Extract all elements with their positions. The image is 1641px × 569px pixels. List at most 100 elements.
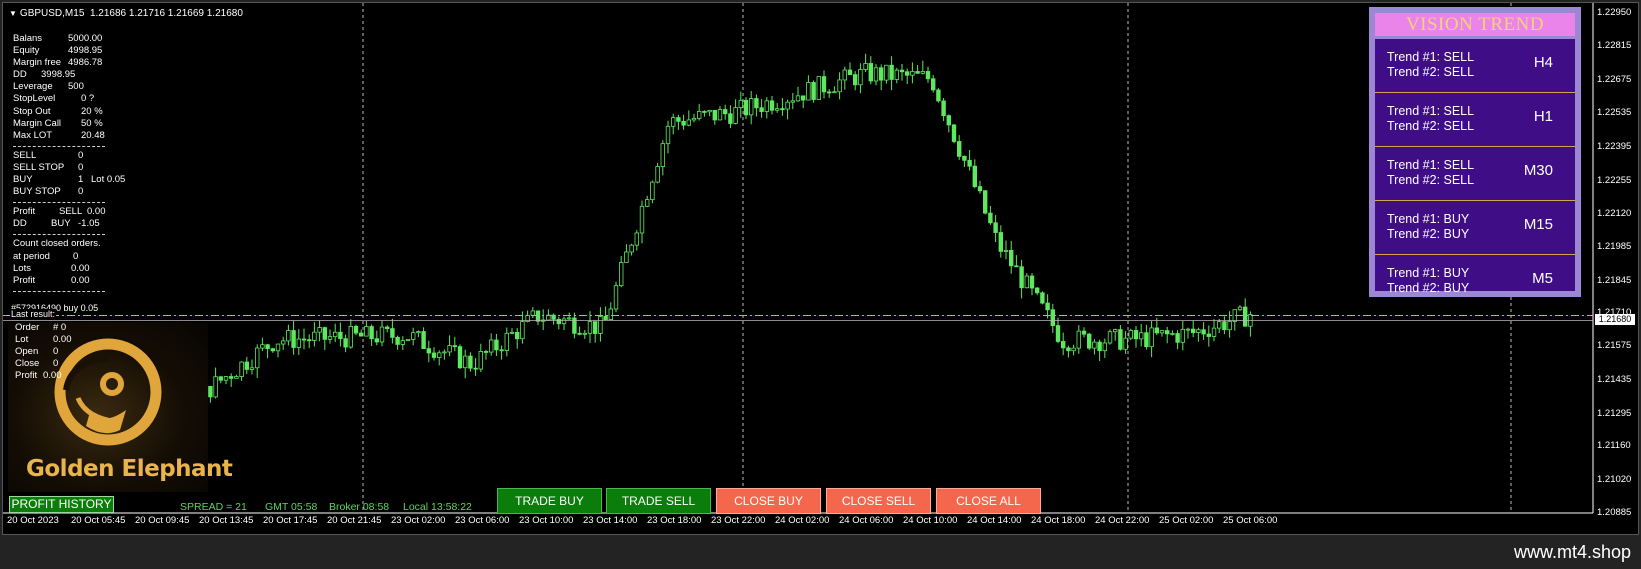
candle-body [494, 339, 499, 351]
candle-body [343, 338, 348, 348]
candle-body [915, 71, 920, 74]
divider [13, 202, 105, 204]
price-tick-label: 1.22120 [1597, 207, 1632, 219]
price-tick-label: 1.21020 [1597, 474, 1632, 486]
trade-sell-button[interactable]: TRADE SELL [606, 488, 711, 514]
candle-body [1050, 309, 1055, 326]
vision-trend-panel: VISION TREND Trend #1: SELL Trend #2: SEL… [1369, 7, 1581, 297]
account-row: Equity 4998.95 [13, 45, 103, 57]
candle-body [837, 79, 842, 93]
candle-body [821, 76, 827, 93]
candle-body [655, 166, 660, 183]
candle-body [535, 310, 541, 322]
candle-body [816, 76, 821, 100]
candle-body [910, 71, 915, 76]
candle-body [712, 109, 717, 121]
time-tick-label: 24 Oct 22:00 [1095, 515, 1150, 526]
price-tick-label: 1.22535 [1597, 107, 1632, 119]
candle-body [369, 326, 374, 340]
panel-title: VISION TREND [1375, 13, 1575, 36]
candle-body [317, 327, 322, 333]
candle-body [348, 326, 353, 348]
candle-body [208, 386, 213, 398]
candle-body [983, 190, 988, 214]
order-count-row: BUY 1 Lot 0.05 [13, 174, 126, 186]
profit-row: DD BUY -1.05 [13, 218, 100, 230]
candle-body [1222, 321, 1227, 331]
candle-body [483, 351, 489, 353]
candle-body [1029, 275, 1035, 289]
candle-body [1066, 347, 1071, 352]
candle-body [775, 108, 780, 111]
price-tick-label: 1.21435 [1597, 373, 1632, 385]
candle-body [946, 115, 951, 126]
time-tick-label: 20 Oct 2023 [7, 515, 59, 526]
candle-body [951, 124, 957, 142]
time-tick-label: 23 Oct 06:00 [455, 515, 510, 526]
candle-body [296, 338, 301, 348]
candle-body [515, 331, 520, 340]
candle-body [702, 111, 707, 113]
candle-body [650, 181, 655, 201]
trade-buy-button[interactable]: TRADE BUY [497, 488, 602, 514]
candle-body [379, 326, 385, 343]
candle-body [598, 316, 603, 334]
candle-body [1191, 328, 1196, 334]
candle-body [431, 352, 437, 358]
candle-body [301, 338, 307, 341]
candle-body [634, 232, 639, 246]
candle-body [364, 326, 369, 337]
candle-body [504, 332, 509, 352]
chart-area[interactable]: ▼ GBPUSD,M15 1.21686 1.21716 1.21669 1.21… [2, 2, 1639, 535]
candle-body [1180, 328, 1185, 343]
candle-body [468, 355, 473, 369]
candle-body [1175, 333, 1180, 343]
candle-body [556, 318, 561, 325]
candle-body [582, 332, 587, 335]
candle-body [905, 71, 910, 76]
trend-row: Trend #1: SELL Trend #2: SELL H4 [1375, 39, 1575, 93]
candle-body [660, 143, 665, 167]
candle-body [452, 345, 457, 348]
time-tick-label: 25 Oct 02:00 [1159, 515, 1214, 526]
time-tick-label: 25 Oct 06:00 [1223, 515, 1278, 526]
candle-body [832, 91, 837, 94]
candle-body [509, 331, 515, 334]
divider [13, 234, 105, 236]
candle-body [899, 69, 905, 73]
candle-body [239, 361, 244, 377]
candle-body [1009, 250, 1014, 267]
time-tick-label: 23 Oct 02:00 [391, 515, 446, 526]
candle-body [629, 244, 634, 253]
candle-body [488, 339, 494, 353]
collapse-triangle-icon[interactable]: ▼ [9, 9, 17, 18]
candle-body [962, 155, 967, 161]
time-tick-label: 24 Oct 10:00 [903, 515, 958, 526]
candle-body [442, 351, 447, 354]
candle-body [790, 100, 795, 103]
candle-body [338, 331, 343, 340]
candle-body [853, 74, 858, 86]
time-tick-label: 23 Oct 18:00 [647, 515, 702, 526]
candle-body [686, 119, 691, 126]
price-tick-label: 1.22950 [1597, 7, 1632, 18]
close-buy-button[interactable]: CLOSE BUY [716, 488, 821, 514]
current-price-marker: 1.21680 [1595, 314, 1635, 325]
candle-body [842, 69, 847, 81]
candle-body [218, 376, 223, 381]
candle-body [1165, 330, 1170, 335]
candle-body [967, 159, 972, 167]
candle-body [639, 205, 645, 234]
candle-body [286, 330, 291, 342]
candle-body [228, 376, 234, 379]
price-tick-label: 1.22395 [1597, 141, 1632, 153]
close-all-button[interactable]: CLOSE ALL [936, 488, 1041, 514]
account-row: Margin free 4986.78 [13, 57, 103, 69]
close-sell-button[interactable]: CLOSE SELL [826, 488, 931, 514]
candle-body [1055, 325, 1061, 342]
trend-rows: Trend #1: SELL Trend #2: SELL H4 Trend #1:… [1375, 39, 1575, 295]
order-count-row: BUY STOP 0 [13, 186, 84, 198]
account-row: Leverage 500 [13, 81, 84, 93]
profit-history-button[interactable]: PROFIT HISTORY [9, 496, 114, 513]
candle-body [1003, 250, 1009, 252]
